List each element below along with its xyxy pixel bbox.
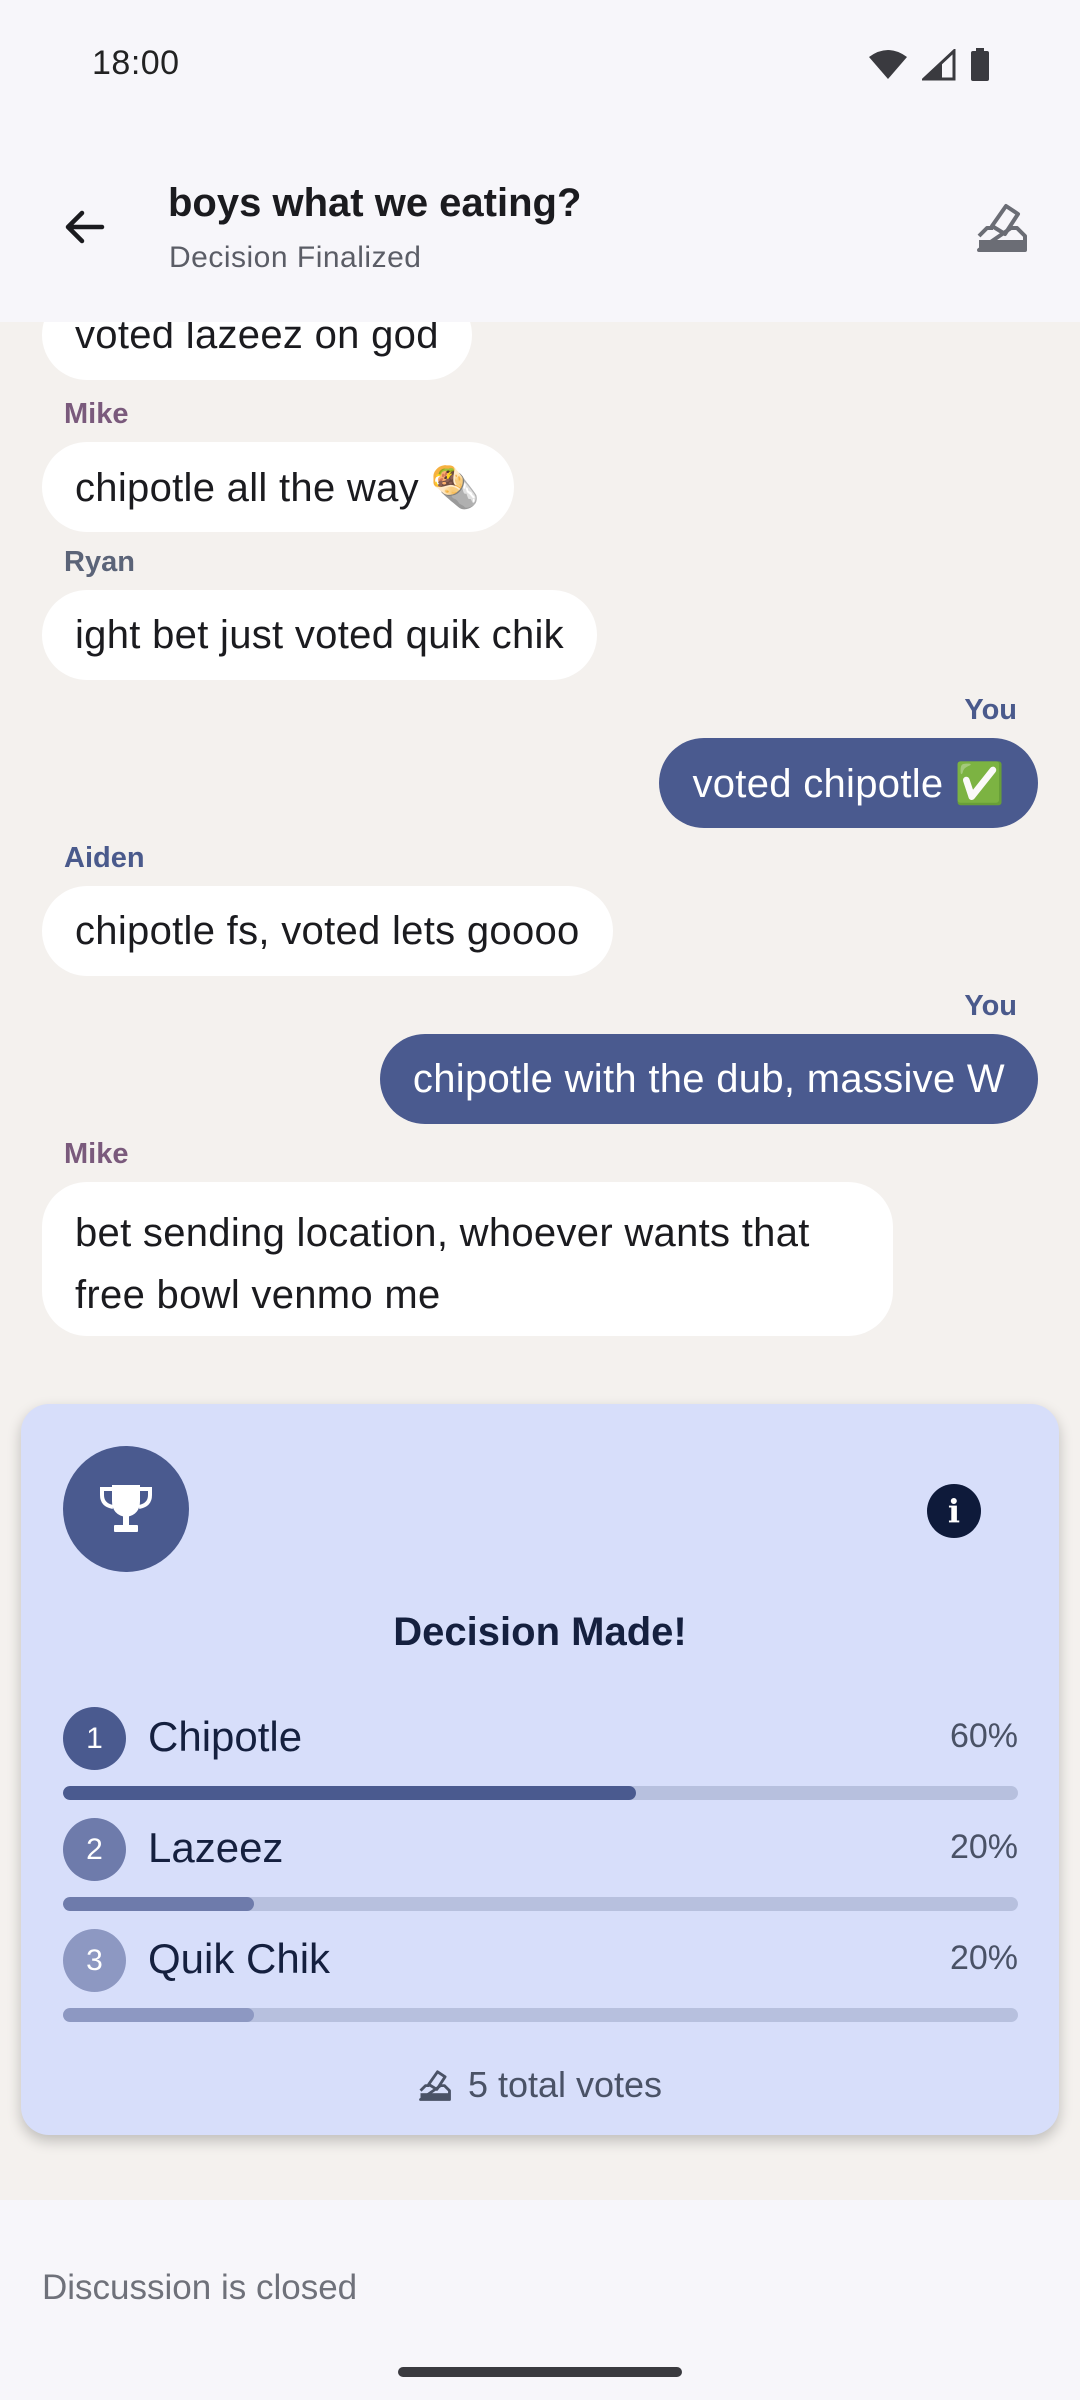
message-sender: You — [964, 694, 1017, 726]
message-bubble-mine: chipotle with the dub, massive W — [379, 1034, 1038, 1124]
message-sender: You — [964, 990, 1017, 1022]
result-option: 3 Quik Chik 20% — [63, 1929, 1018, 2025]
wifi-icon — [869, 50, 907, 79]
message-sender: Ryan — [64, 546, 135, 578]
result-bar — [63, 1786, 1018, 1800]
chat-status: Decision Finalized — [169, 241, 422, 274]
message-bubble: chipotle fs, voted lets goooo — [42, 886, 613, 976]
decision-card: i Decision Made! 1 Chipotle 60% 2 Lazeez… — [21, 1404, 1059, 2135]
message-bubble: voted lazeez on god — [42, 322, 472, 380]
message-bubble-mine: voted chipotle ✅ — [659, 738, 1038, 828]
option-name: Lazeez — [148, 1824, 284, 1871]
result-bar — [63, 1897, 1018, 1911]
status-bar: 18:00 — [0, 0, 1080, 135]
total-votes: 5 total votes — [21, 2064, 1059, 2106]
trophy-icon — [100, 1485, 152, 1532]
total-votes-label: 5 total votes — [467, 2064, 663, 2105]
info-icon[interactable]: i — [927, 1484, 981, 1538]
result-bar-fill — [63, 1897, 254, 1911]
vote-button[interactable] — [970, 195, 1034, 259]
signal-icon — [922, 49, 956, 81]
option-percent: 20% — [949, 1828, 1018, 1866]
back-button[interactable] — [52, 195, 116, 259]
app-bar: boys what we eating? Decision Finalized — [0, 135, 1080, 322]
decision-title: Decision Made! — [393, 1610, 687, 1654]
result-bar-fill — [63, 1786, 636, 1800]
option-percent: 60% — [949, 1717, 1018, 1755]
option-name: Quik Chik — [148, 1935, 331, 1982]
message-bubble: ight bet just voted quik chik — [42, 590, 597, 680]
message-sender: Mike — [64, 398, 129, 430]
rank-badge: 2 — [63, 1818, 126, 1881]
message-list[interactable]: voted lazeez on god Mike chipotle all th… — [0, 322, 1080, 1400]
battery-icon — [971, 48, 989, 81]
result-option: 2 Lazeez 20% — [63, 1818, 1018, 1914]
message-bubble: chipotle all the way 🌯 — [42, 442, 514, 532]
status-icons — [868, 48, 990, 82]
discussion-closed-text: Discussion is closed — [42, 2268, 358, 2307]
message-bubble: bet sending location, whoever wants that… — [42, 1182, 893, 1336]
arrow-back-icon — [65, 210, 105, 244]
result-bar-fill — [63, 2008, 254, 2022]
option-percent: 20% — [949, 1939, 1018, 1977]
status-time: 18:00 — [92, 44, 180, 82]
option-name: Chipotle — [148, 1713, 303, 1760]
chat-title: boys what we eating? — [168, 181, 582, 225]
result-option: 1 Chipotle 60% — [63, 1707, 1018, 1803]
rank-badge: 3 — [63, 1929, 126, 1992]
message-sender: Mike — [64, 1138, 129, 1170]
ballot-box-icon — [977, 204, 1027, 252]
trophy-badge — [63, 1446, 189, 1572]
result-bar — [63, 2008, 1018, 2022]
home-indicator[interactable] — [398, 2367, 682, 2377]
rank-badge: 1 — [63, 1707, 126, 1770]
ballot-box-icon — [419, 2070, 451, 2101]
message-sender: Aiden — [64, 842, 145, 874]
footer: Discussion is closed — [0, 2200, 1080, 2400]
